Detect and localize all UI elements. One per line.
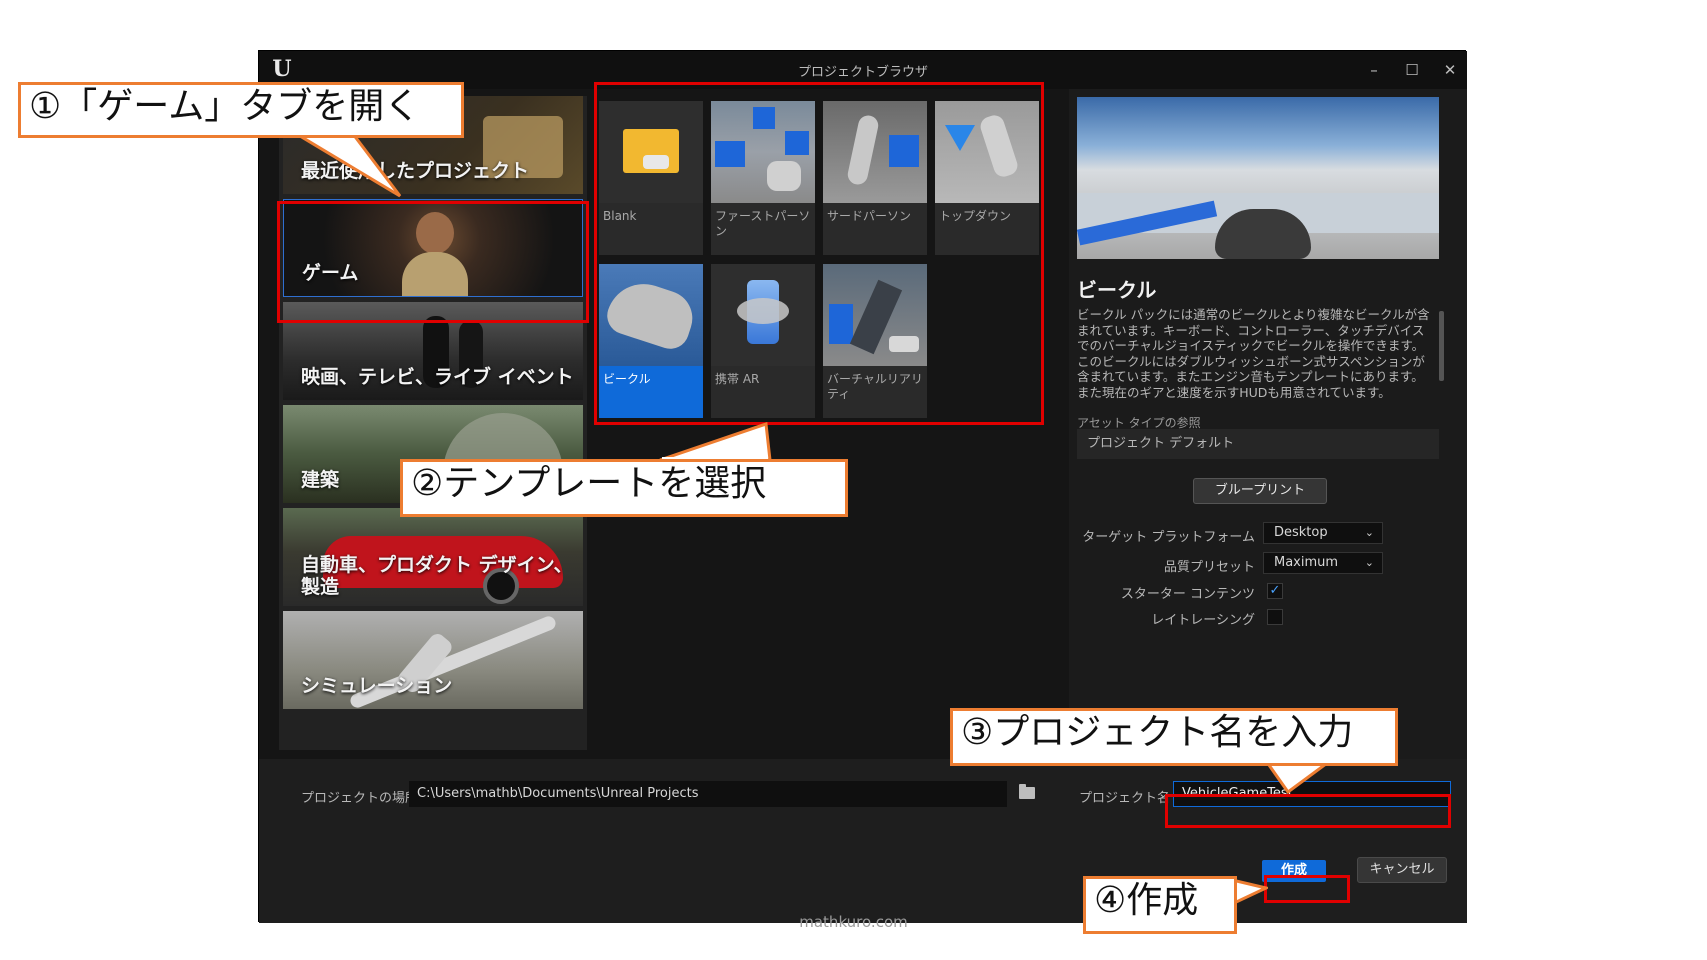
category-label: 自動車、プロダクト デザイン、製造	[301, 554, 573, 598]
category-label: 建築	[301, 469, 340, 491]
folder-icon[interactable]	[1019, 784, 1035, 799]
callout-box: ③プロジェクト名を入力	[950, 708, 1398, 766]
starter-content-checkbox[interactable]: ✓	[1267, 583, 1283, 599]
project-location-label: プロジェクトの場所	[301, 791, 419, 806]
raytracing-checkbox[interactable]	[1267, 609, 1283, 625]
chevron-down-icon: ⌄	[1364, 526, 1374, 539]
category-label: 映画、テレビ、ライブ イベント	[301, 366, 574, 388]
callout-box: ①「ゲーム」タブを開く	[18, 82, 464, 138]
quality-preset-value: Maximum	[1274, 555, 1339, 570]
template-description: ビークル パックには通常のビークルとより複雑なビークルが含まれています。キーボー…	[1077, 307, 1430, 400]
maximize-button[interactable]: ☐	[1397, 57, 1427, 83]
target-platform-dropdown[interactable]: Desktop ⌄	[1263, 522, 1383, 544]
raytracing-label: レイトレーシング	[1151, 613, 1255, 628]
template-preview	[1077, 97, 1439, 259]
tutorial-screenshot: U プロジェクトブラウザ – ☐ ✕ 最近使用したプロジェクト ゲーム 映画、テ…	[0, 0, 1707, 960]
blueprint-button[interactable]: ブループリント	[1193, 478, 1327, 504]
minimize-button[interactable]: –	[1359, 57, 1389, 83]
checkmark-icon: ✓	[1269, 583, 1281, 598]
asset-type-value[interactable]: プロジェクト デフォルト	[1077, 429, 1439, 459]
window-title: プロジェクトブラウザ	[797, 65, 928, 80]
callout-pointer	[287, 130, 402, 198]
close-button[interactable]: ✕	[1435, 57, 1465, 83]
category-simulation[interactable]: シミュレーション	[283, 611, 583, 709]
category-label: シミュレーション	[301, 675, 453, 697]
callout-pointer	[1232, 878, 1268, 906]
site-watermark: mathkuro.com	[799, 913, 908, 931]
highlight-games-tab	[277, 201, 589, 323]
highlight-template-grid	[594, 82, 1044, 425]
template-title: ビークル	[1077, 278, 1157, 302]
highlight-project-name	[1165, 794, 1451, 828]
cancel-button[interactable]: キャンセル	[1357, 857, 1447, 883]
project-name-label: プロジェクト名	[1079, 791, 1171, 806]
description-scrollbar[interactable]	[1439, 311, 1444, 381]
callout-box: ②テンプレートを選択	[400, 459, 848, 517]
project-location-input[interactable]: C:\Users\mathb\Documents\Unreal Projects	[409, 781, 1007, 807]
quality-preset-dropdown[interactable]: Maximum ⌄	[1263, 552, 1383, 574]
target-platform-value: Desktop	[1274, 525, 1328, 540]
details-panel: ビークル ビークル パックには通常のビークルとより複雑なビークルが含まれています…	[1069, 89, 1467, 809]
starter-content-label: スターター コンテンツ	[1120, 587, 1255, 602]
car-shape	[1215, 209, 1311, 259]
target-platform-label: ターゲット プラットフォーム	[1082, 530, 1255, 545]
category-automotive[interactable]: 自動車、プロダクト デザイン、製造	[283, 508, 583, 606]
chevron-down-icon: ⌄	[1364, 556, 1374, 569]
quality-preset-label: 品質プリセット	[1163, 560, 1255, 575]
highlight-create-button	[1264, 875, 1350, 903]
callout-pointer	[659, 421, 772, 460]
